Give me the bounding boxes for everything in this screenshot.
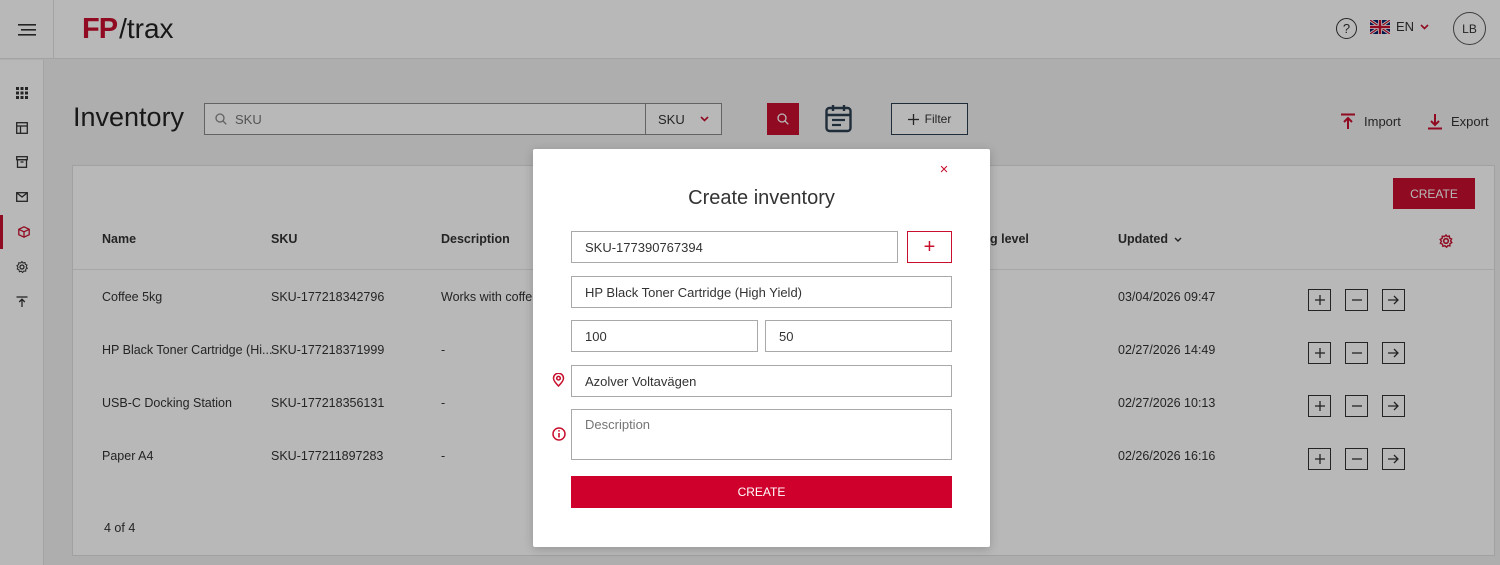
quantity-input[interactable]: [585, 328, 757, 344]
name-field[interactable]: [571, 276, 952, 308]
quantity-field[interactable]: [571, 320, 758, 352]
location-input[interactable]: [585, 373, 951, 389]
min-level-input[interactable]: [779, 328, 951, 344]
location-pin-icon: [552, 372, 565, 392]
sku-field[interactable]: [571, 231, 898, 263]
description-input[interactable]: [585, 417, 938, 452]
name-input[interactable]: [585, 284, 951, 300]
submit-create-button[interactable]: CREATE: [571, 476, 952, 508]
dialog-title: Create inventory: [688, 187, 835, 209]
generate-sku-button[interactable]: +: [907, 231, 952, 263]
sku-input[interactable]: [585, 239, 897, 255]
create-inventory-dialog: × Create inventory + CREATE: [533, 149, 990, 547]
min-level-field[interactable]: [765, 320, 952, 352]
location-field[interactable]: [571, 365, 952, 397]
info-icon: [552, 427, 566, 446]
close-icon[interactable]: ×: [937, 162, 951, 177]
description-field[interactable]: [571, 409, 952, 460]
